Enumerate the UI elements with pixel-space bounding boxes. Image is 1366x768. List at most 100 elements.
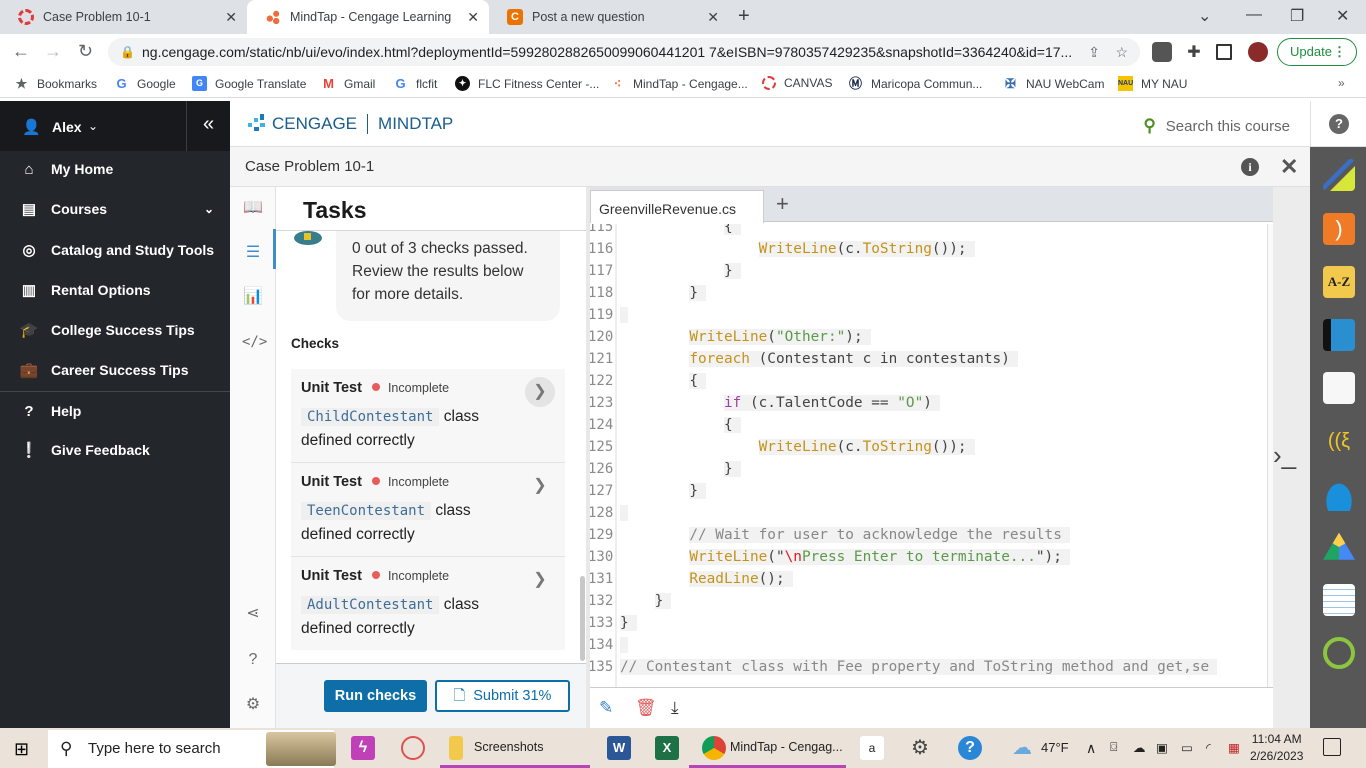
app-purple-icon[interactable]: ϟ — [351, 736, 375, 760]
file-tab[interactable]: GreenvilleRevenue.cs — [590, 190, 764, 223]
extension-icon[interactable] — [1152, 42, 1172, 62]
address-bar[interactable]: 🔒 ng.cengage.com/static/nb/ui/evo/index.… — [108, 38, 1140, 66]
share-icon[interactable]: ⋖ — [242, 603, 264, 625]
bookmark-item[interactable]: Gflcfit — [393, 76, 437, 91]
notes-app-icon[interactable] — [1323, 372, 1355, 404]
bookmark-item[interactable]: NAU MY NAU — [1118, 76, 1187, 91]
weather-temp[interactable]: 47°F — [1041, 740, 1069, 755]
tab-search-icon[interactable]: ⌄ — [1198, 6, 1211, 26]
settings-icon[interactable]: ⚙ — [242, 694, 264, 716]
chevron-right-icon[interactable]: ❯ — [525, 377, 555, 407]
screenshots-label[interactable]: Screenshots — [474, 740, 543, 754]
bookmark-item[interactable]: ✦ FLC Fitness Center -... — [455, 76, 599, 91]
chrome-icon[interactable] — [702, 736, 726, 760]
cloud-sync-icon[interactable]: ☁ — [1133, 740, 1146, 755]
close-tab-icon[interactable]: ✕ — [467, 9, 479, 26]
submit-button[interactable]: 🗋 Submit 31% — [435, 680, 570, 712]
bookmark-item[interactable]: G Google Translate — [192, 76, 306, 91]
meet-now-icon[interactable]: ⌼ — [1110, 740, 1118, 755]
side-panel-icon[interactable] — [1216, 44, 1232, 60]
progress-app-icon[interactable] — [1323, 637, 1355, 669]
check-item[interactable]: Unit Test Incomplete ChildContestant clas… — [291, 369, 565, 462]
course-search[interactable]: ⚲ Search this course — [1143, 116, 1290, 136]
nav-item-rental[interactable]: ▥ Rental Options — [0, 270, 230, 310]
restore-button[interactable]: ❐ — [1290, 6, 1304, 26]
check-item[interactable]: Unit Test Incomplete TeenContestant class… — [291, 462, 565, 556]
back-button[interactable]: ← — [12, 41, 30, 62]
weather-icon[interactable]: ☁ — [1010, 736, 1034, 760]
minimize-button[interactable]: — — [1246, 6, 1262, 24]
add-file-button[interactable]: + — [776, 191, 789, 217]
new-tab-button[interactable]: + — [738, 5, 750, 28]
user-menu[interactable]: 👤 Alex ⌄ « — [0, 101, 230, 151]
nav-item-catalog[interactable]: ◎ Catalog and Study Tools — [0, 230, 230, 270]
book-icon[interactable]: 📖 — [242, 197, 264, 219]
bookmark-item[interactable]: M Gmail — [321, 76, 375, 91]
tab-chegg[interactable]: C Post a new question ✕ — [489, 0, 729, 34]
close-activity-icon[interactable]: ✕ — [1280, 154, 1298, 180]
chevron-up-icon[interactable]: ∧ — [1086, 740, 1096, 757]
chevron-right-icon[interactable]: ❯ — [525, 565, 555, 595]
display-icon[interactable]: ▣ — [1156, 740, 1168, 755]
tab-case-problem[interactable]: Case Problem 10-1 ✕ — [0, 0, 247, 34]
get-help-icon[interactable]: ? — [958, 736, 982, 760]
close-tab-icon[interactable]: ✕ — [707, 9, 719, 26]
check-item[interactable]: Unit Test Incomplete AdultContestant clas… — [291, 556, 565, 650]
chevron-right-icon[interactable]: ❯ — [525, 471, 555, 501]
bookmark-item[interactable]: ★ Bookmarks — [14, 76, 97, 91]
notification-icon[interactable] — [1323, 738, 1341, 756]
windows-start-icon[interactable]: ⊞ — [14, 739, 29, 760]
book-app-icon[interactable] — [1323, 319, 1355, 351]
nav-item-my-home[interactable]: ⌂ My Home — [0, 149, 230, 189]
system-clock[interactable]: 11:04 AM 2/26/2023 — [1250, 731, 1303, 765]
onedrive-app-icon[interactable] — [1323, 479, 1355, 511]
reload-button[interactable]: ↻ — [78, 41, 93, 62]
amazon-icon[interactable]: a — [860, 736, 884, 760]
nav-item-help[interactable]: ? Help — [0, 391, 230, 431]
tab-mindtap[interactable]: MindTap - Cengage Learning ✕ — [247, 0, 489, 34]
collapse-nav-button[interactable]: « — [186, 101, 230, 151]
pencil-icon[interactable]: ✎ — [599, 698, 613, 718]
readspeaker-app-icon[interactable]: ((ξ — [1323, 425, 1355, 457]
window-close-button[interactable]: ✕ — [1336, 6, 1349, 26]
trash-icon[interactable]: 🗑 — [635, 698, 657, 718]
cengage-mindtap-logo[interactable]: CENGAGE MINDTAP — [246, 114, 453, 134]
language-icon[interactable]: ▦ — [1228, 740, 1240, 755]
code-icon[interactable]: </> — [242, 331, 267, 353]
info-icon[interactable]: i — [1241, 158, 1259, 176]
flashcards-app-icon[interactable] — [1323, 584, 1355, 616]
nav-item-career-tips[interactable]: 💼 Career Success Tips — [0, 350, 230, 390]
share-icon[interactable]: ⇪ — [1088, 38, 1100, 66]
run-checks-button[interactable]: Run checks — [324, 680, 427, 712]
task-list-icon[interactable]: ☰ — [242, 242, 264, 264]
help-button[interactable]: ? — [1310, 101, 1366, 147]
bookmark-star-icon[interactable]: ☆ — [1115, 38, 1128, 66]
download-icon[interactable]: ⤓ — [671, 698, 679, 718]
snipping-tool-icon[interactable] — [401, 736, 425, 760]
bookmark-item[interactable]: ⁖ MindTap - Cengage... — [610, 76, 748, 91]
bookmark-item[interactable]: G Google — [114, 76, 175, 91]
bookmark-item[interactable]: ✠ NAU WebCam — [1003, 76, 1104, 91]
code-area[interactable]: 115 116 117 118 119 120 121 122 123 124 125 126 127 1… — [590, 224, 1266, 687]
nav-item-feedback[interactable]: ❕ Give Feedback — [0, 430, 230, 470]
update-button[interactable]: Update ⋮ — [1277, 38, 1357, 66]
folder-icon[interactable] — [449, 736, 463, 760]
word-icon[interactable]: W — [607, 736, 631, 760]
tasks-scrollbar[interactable] — [580, 576, 585, 661]
rss-app-icon[interactable]: ) — [1323, 213, 1355, 245]
chart-icon[interactable]: 📊 — [242, 286, 264, 308]
more-bookmarks-icon[interactable]: » — [1338, 76, 1345, 90]
extensions-puzzle-icon[interactable]: ✚ — [1184, 42, 1204, 62]
nav-item-college-tips[interactable]: 🎓 College Success Tips — [0, 310, 230, 350]
nav-item-courses[interactable]: ▤ Courses ⌄ — [0, 189, 230, 229]
google-drive-app-icon[interactable] — [1323, 532, 1355, 560]
excel-icon[interactable]: X — [655, 736, 679, 760]
glossary-app-icon[interactable]: A-Z — [1323, 266, 1355, 298]
forward-button[interactable]: → — [44, 41, 62, 62]
close-tab-icon[interactable]: ✕ — [225, 9, 237, 26]
wifi-icon[interactable]: ◜ — [1206, 740, 1211, 755]
bookmark-item[interactable]: CANVAS — [762, 76, 832, 90]
battery-icon[interactable]: ▭ — [1181, 740, 1193, 755]
bookmark-item[interactable]: Ⓜ Maricopa Commun... — [848, 76, 982, 91]
settings-gear-icon[interactable]: ⚙ — [908, 736, 932, 760]
